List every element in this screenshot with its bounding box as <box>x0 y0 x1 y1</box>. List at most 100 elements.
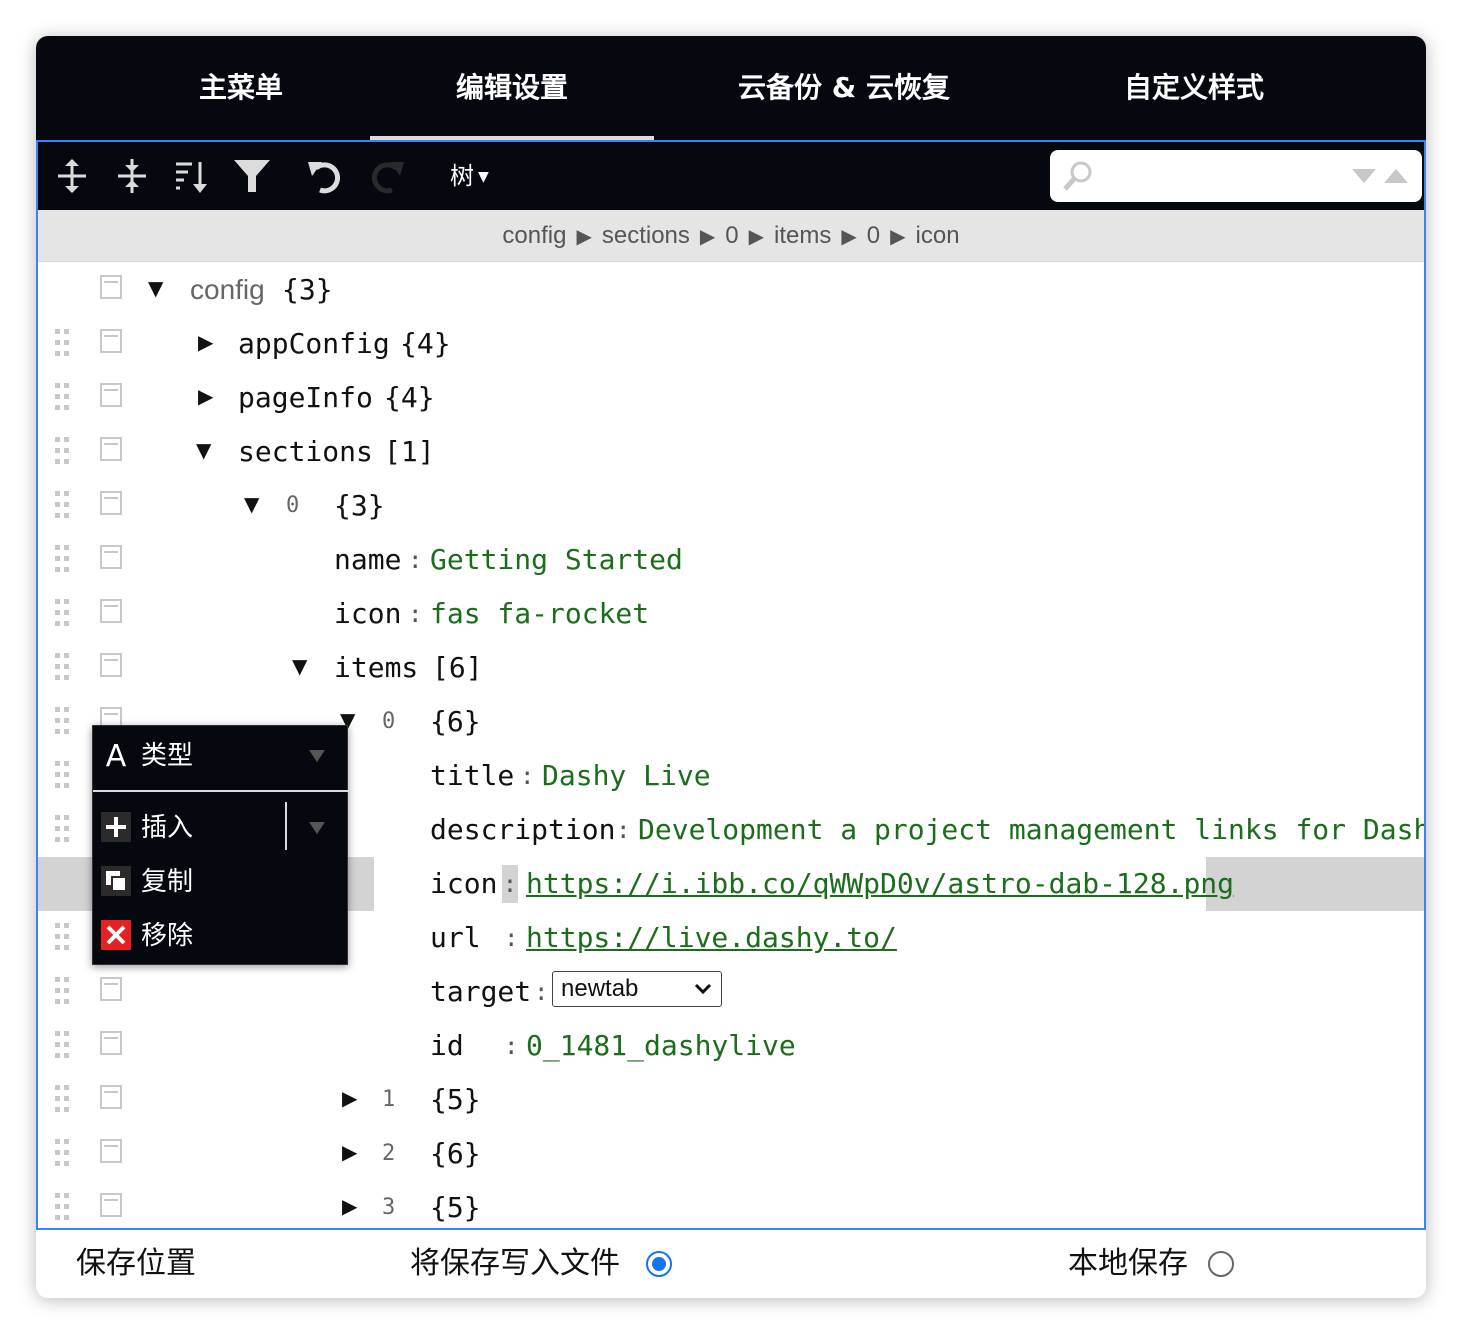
field-name[interactable]: target <box>430 973 531 1011</box>
remove-icon <box>101 920 131 950</box>
expand-arrow-icon[interactable]: ▶ <box>198 385 220 407</box>
row-context-button[interactable] <box>100 599 122 623</box>
search-next-icon[interactable] <box>1350 166 1378 186</box>
submenu-arrow-icon[interactable] <box>307 748 327 764</box>
field-name[interactable]: config <box>190 271 265 309</box>
drag-handle-icon[interactable] <box>54 760 70 790</box>
redo-icon[interactable] <box>366 156 406 196</box>
drag-handle-icon[interactable] <box>54 706 70 736</box>
drag-handle-icon[interactable] <box>54 976 70 1006</box>
drag-handle-icon[interactable] <box>54 1084 70 1114</box>
field-name[interactable]: appConfig <box>238 325 390 363</box>
drag-handle-icon[interactable] <box>54 544 70 574</box>
expand-arrow-icon[interactable]: ▶ <box>342 1087 364 1109</box>
drag-handle-icon[interactable] <box>54 382 70 412</box>
field-name[interactable]: title <box>430 757 514 795</box>
row-context-button[interactable] <box>100 383 122 407</box>
undo-icon[interactable] <box>306 156 346 196</box>
collapse-arrow-icon[interactable]: ▼ <box>292 655 314 677</box>
caret-down-icon: ▼ <box>478 169 489 185</box>
row-context-button[interactable] <box>100 275 122 299</box>
save-local-label[interactable]: 本地保存 <box>1068 1244 1188 1284</box>
tab-cloud-backup[interactable]: 云备份 & 云恢复 <box>654 36 1034 140</box>
expand-arrow-icon[interactable]: ▶ <box>342 1141 364 1163</box>
drag-handle-icon[interactable] <box>54 1192 70 1222</box>
field-value[interactable]: 0_1481_dashylive <box>526 1027 796 1065</box>
search-input[interactable] <box>1102 160 1342 192</box>
field-value[interactable]: Development a project management links f… <box>638 811 1424 849</box>
drag-handle-icon[interactable] <box>54 328 70 358</box>
row-context-button[interactable] <box>100 545 122 569</box>
expand-arrow-icon[interactable]: ▶ <box>198 331 220 353</box>
row-context-button[interactable] <box>100 437 122 461</box>
save-to-file-label[interactable]: 将保存写入文件 <box>410 1244 620 1284</box>
tree-row: ▼ config {3} <box>38 263 1424 317</box>
drag-handle-icon[interactable] <box>54 814 70 844</box>
menu-item-label: 移除 <box>141 921 194 951</box>
collapse-arrow-icon[interactable]: ▼ <box>148 277 170 299</box>
row-context-button[interactable] <box>100 329 122 353</box>
breadcrumb-item[interactable]: sections <box>602 222 690 249</box>
row-context-button[interactable] <box>100 653 122 677</box>
filter-icon[interactable] <box>232 156 272 196</box>
field-name[interactable]: url <box>430 919 481 957</box>
field-name[interactable]: items <box>334 649 418 687</box>
target-select[interactable]: newtab <box>552 971 722 1007</box>
sort-icon[interactable] <box>172 156 212 196</box>
collapse-all-icon[interactable] <box>112 156 152 196</box>
collapse-arrow-icon[interactable]: ▼ <box>244 493 266 515</box>
menu-item-remove[interactable]: 移除 <box>93 910 349 964</box>
mode-select-button[interactable]: 树 ▼ <box>450 156 489 196</box>
row-context-button[interactable] <box>100 1193 122 1217</box>
breadcrumb-item[interactable]: icon <box>916 222 960 249</box>
field-name[interactable]: sections <box>238 433 373 471</box>
tree-row: id : 0_1481_dashylive <box>38 1019 1424 1073</box>
row-context-button[interactable] <box>100 1139 122 1163</box>
field-value[interactable]: fas fa-rocket <box>430 595 649 633</box>
expand-all-icon[interactable] <box>52 156 92 196</box>
menu-item-type[interactable]: A 类型 <box>93 730 349 784</box>
save-local-radio[interactable] <box>1208 1251 1234 1277</box>
breadcrumb-item[interactable]: 0 <box>725 222 738 249</box>
field-name[interactable]: icon <box>334 595 401 633</box>
tab-custom-css[interactable]: 自定义样式 <box>1034 36 1354 140</box>
field-value-link[interactable]: https://live.dashy.to/ <box>526 919 897 957</box>
item-count: {5} <box>430 1191 481 1224</box>
search-previous-icon[interactable] <box>1382 166 1410 186</box>
menu-item-duplicate[interactable]: 复制 <box>93 856 349 910</box>
field-value[interactable]: Dashy Live <box>542 757 711 795</box>
field-name[interactable]: description <box>430 811 615 849</box>
drag-handle-icon[interactable] <box>54 922 70 952</box>
breadcrumb: config ▶ sections ▶ 0 ▶ items ▶ 0 ▶ icon <box>38 210 1424 262</box>
expand-arrow-icon[interactable]: ▶ <box>342 1195 364 1217</box>
breadcrumb-item[interactable]: 0 <box>867 222 880 249</box>
field-value-link[interactable]: https://i.ibb.co/qWWpD0v/astro-dab-128.p… <box>526 865 1234 903</box>
row-context-button[interactable] <box>100 491 122 515</box>
drag-handle-icon[interactable] <box>54 598 70 628</box>
item-count: {4} <box>384 381 435 414</box>
field-name[interactable]: id <box>430 1027 464 1065</box>
row-context-button[interactable] <box>100 1031 122 1055</box>
collapse-arrow-icon[interactable]: ▼ <box>196 439 218 461</box>
submenu-arrow-icon[interactable] <box>307 820 327 836</box>
field-colon: : <box>408 600 423 628</box>
drag-handle-icon[interactable] <box>54 1030 70 1060</box>
drag-handle-icon[interactable] <box>54 490 70 520</box>
field-value[interactable]: Getting Started <box>430 541 683 579</box>
duplicate-icon <box>101 866 131 896</box>
field-name[interactable]: name <box>334 541 401 579</box>
menu-item-label: 插入 <box>141 813 194 843</box>
save-to-file-radio[interactable] <box>646 1251 672 1277</box>
tab-edit-config[interactable]: 编辑设置 <box>370 36 654 140</box>
drag-handle-icon[interactable] <box>54 1138 70 1168</box>
field-colon: : <box>520 762 535 790</box>
row-context-button[interactable] <box>100 977 122 1001</box>
row-context-button[interactable] <box>100 1085 122 1109</box>
drag-handle-icon[interactable] <box>54 652 70 682</box>
breadcrumb-item[interactable]: config <box>502 222 566 249</box>
field-name[interactable]: pageInfo <box>238 379 373 417</box>
drag-handle-icon[interactable] <box>54 436 70 466</box>
breadcrumb-item[interactable]: items <box>774 222 831 249</box>
field-name[interactable]: icon <box>430 865 497 903</box>
field-colon: : <box>408 546 423 574</box>
